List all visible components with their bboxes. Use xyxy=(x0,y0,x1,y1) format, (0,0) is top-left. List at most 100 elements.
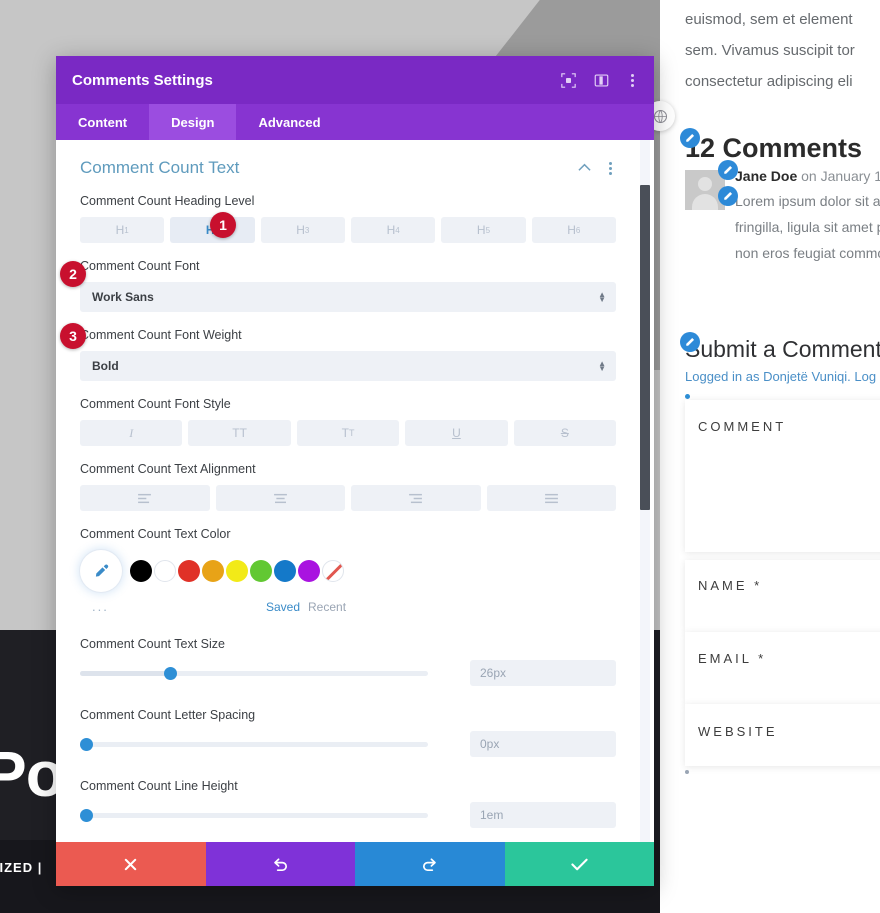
background-post-title: Po xyxy=(0,738,65,810)
text-size-slider[interactable] xyxy=(80,666,428,680)
editor-dot xyxy=(685,394,690,399)
heading-level-options: H1 H2 H3 H4 H5 H6 xyxy=(80,217,616,243)
chevron-updown-icon: ▲ ▼ xyxy=(598,290,606,304)
modal-header-actions xyxy=(561,72,638,89)
font-style-italic[interactable]: I xyxy=(80,420,183,446)
saved-colors-tab[interactable]: Saved xyxy=(266,600,300,614)
email-field-label: EMAIL * xyxy=(698,651,767,666)
tab-design[interactable]: Design xyxy=(149,104,237,140)
tab-content[interactable]: Content xyxy=(56,104,149,140)
chevron-up-icon[interactable] xyxy=(578,159,591,177)
modal-header: Comments Settings xyxy=(56,56,654,104)
swatch-transparent[interactable] xyxy=(322,560,344,582)
chevron-updown-icon: ▲ ▼ xyxy=(598,359,606,373)
heading-level-h3[interactable]: H3 xyxy=(260,217,345,243)
recent-colors-tab[interactable]: Recent xyxy=(308,600,346,614)
section-title: Comment Count Text xyxy=(80,158,240,177)
line-height-value[interactable]: 1em xyxy=(470,802,616,828)
field-font: Comment Count Font Work Sans ▲ ▼ xyxy=(80,259,616,312)
field-label: Comment Count Font xyxy=(80,259,200,273)
heading-level-h1[interactable]: H1 xyxy=(80,217,165,243)
post-body-text: euismod, sem et element sem. Vivamus sus… xyxy=(685,0,880,97)
settings-list: Comment Count Text Comment Count Heading… xyxy=(56,140,640,842)
edit-pencil-icon[interactable] xyxy=(718,160,738,180)
section-header: Comment Count Text xyxy=(80,158,616,178)
line-height-slider-row: 1em xyxy=(80,802,616,828)
redo-button[interactable] xyxy=(355,842,505,886)
font-style-underline[interactable]: U xyxy=(405,420,508,446)
text-size-value[interactable]: 26px xyxy=(470,660,616,686)
edit-pencil-icon[interactable] xyxy=(680,128,700,148)
field-font-style: Comment Count Font Style I TT TT U S xyxy=(80,397,617,446)
swatch-black[interactable] xyxy=(130,560,152,582)
modal-body: Comment Count Text Comment Count Heading… xyxy=(56,140,654,842)
heading-level-h6[interactable]: H6 xyxy=(531,217,616,243)
callout-2: 2 xyxy=(60,261,86,287)
name-field-label: NAME * xyxy=(698,578,763,593)
font-style-smallcaps[interactable]: TT xyxy=(296,420,400,446)
callout-3: 3 xyxy=(60,323,86,349)
comment-date: on January 1, 2019 xyxy=(801,168,880,184)
eyedropper-icon[interactable] xyxy=(80,550,122,592)
layout-icon[interactable] xyxy=(594,73,609,88)
edit-pencil-icon[interactable] xyxy=(718,186,738,206)
field-label: Comment Count Text Alignment xyxy=(80,462,256,476)
undo-button[interactable] xyxy=(205,842,355,886)
section-controls xyxy=(578,159,616,177)
section-kebab-icon[interactable] xyxy=(605,160,616,177)
letter-spacing-slider[interactable] xyxy=(80,737,428,751)
email-input[interactable] xyxy=(685,632,880,704)
more-colors-icon[interactable]: ... xyxy=(92,600,109,613)
background-post-meta: ORIZED | xyxy=(0,860,43,875)
focus-icon[interactable] xyxy=(561,72,576,88)
field-text-size: Comment Count Text Size 26px xyxy=(80,637,616,686)
comment-line: Lorem ipsum dolor sit amet, c xyxy=(735,193,880,209)
slider-knob[interactable] xyxy=(80,737,93,751)
save-button[interactable] xyxy=(504,842,654,886)
align-center-icon[interactable] xyxy=(215,485,345,511)
post-line: sem. Vivamus suscipit tor xyxy=(685,42,855,59)
swatch-orange[interactable] xyxy=(202,560,224,582)
field-label: Comment Count Text Color xyxy=(80,527,231,541)
letter-spacing-value[interactable]: 0px xyxy=(470,731,616,757)
swatch-purple[interactable] xyxy=(298,560,320,582)
heading-level-h5[interactable]: H5 xyxy=(441,217,526,243)
align-left-icon[interactable] xyxy=(80,485,210,511)
swatch-green[interactable] xyxy=(250,560,272,582)
website-field-label: WEBSITE xyxy=(698,724,778,739)
font-style-strikethrough[interactable]: S xyxy=(513,420,617,446)
font-style-options: I TT TT U S xyxy=(80,420,617,446)
swatch-yellow[interactable] xyxy=(226,560,248,582)
field-heading-level: Comment Count Heading Level H1 H2 H3 H4 … xyxy=(80,194,616,243)
field-line-height: Comment Count Line Height 1em xyxy=(80,779,616,828)
kebab-menu-icon[interactable] xyxy=(627,72,638,89)
comment-author: Jane Doe xyxy=(735,168,798,184)
line-height-slider[interactable] xyxy=(80,808,428,822)
field-text-alignment: Comment Count Text Alignment xyxy=(80,462,616,511)
slider-knob[interactable] xyxy=(80,808,93,822)
font-weight-select[interactable]: Bold ▲ ▼ xyxy=(80,351,616,381)
slider-knob[interactable] xyxy=(164,666,178,680)
name-input[interactable] xyxy=(685,560,880,632)
heading-level-h4[interactable]: H4 xyxy=(350,217,436,243)
edit-pencil-icon[interactable] xyxy=(680,332,700,352)
tab-advanced[interactable]: Advanced xyxy=(236,104,342,140)
field-font-weight: Comment Count Font Weight Bold ▲ ▼ xyxy=(80,328,616,381)
cancel-button[interactable] xyxy=(56,842,206,886)
comment-meta: Jane Doe on January 1, 2019 xyxy=(735,168,880,184)
align-justify-icon[interactable] xyxy=(486,485,616,511)
swatch-red[interactable] xyxy=(178,560,200,582)
swatch-blue[interactable] xyxy=(274,560,296,582)
font-style-uppercase[interactable]: TT xyxy=(188,420,291,446)
font-select[interactable]: Work Sans ▲ ▼ xyxy=(80,282,616,312)
screen-root: Po ORIZED | euismod, sem et element sem.… xyxy=(0,0,880,913)
post-line: consectetur adipiscing eli xyxy=(685,73,853,90)
logged-in-notice[interactable]: Logged in as Donjetë Vuniqi. Log out? xyxy=(685,369,880,384)
field-label: Comment Count Line Height xyxy=(80,779,238,793)
color-swatch-footer: ... Saved Recent xyxy=(80,599,616,615)
color-swatches xyxy=(80,550,616,592)
align-right-icon[interactable] xyxy=(351,485,481,511)
scrollbar-thumb[interactable] xyxy=(640,185,650,510)
field-label: Comment Count Text Size xyxy=(80,637,225,651)
swatch-white[interactable] xyxy=(154,560,176,582)
